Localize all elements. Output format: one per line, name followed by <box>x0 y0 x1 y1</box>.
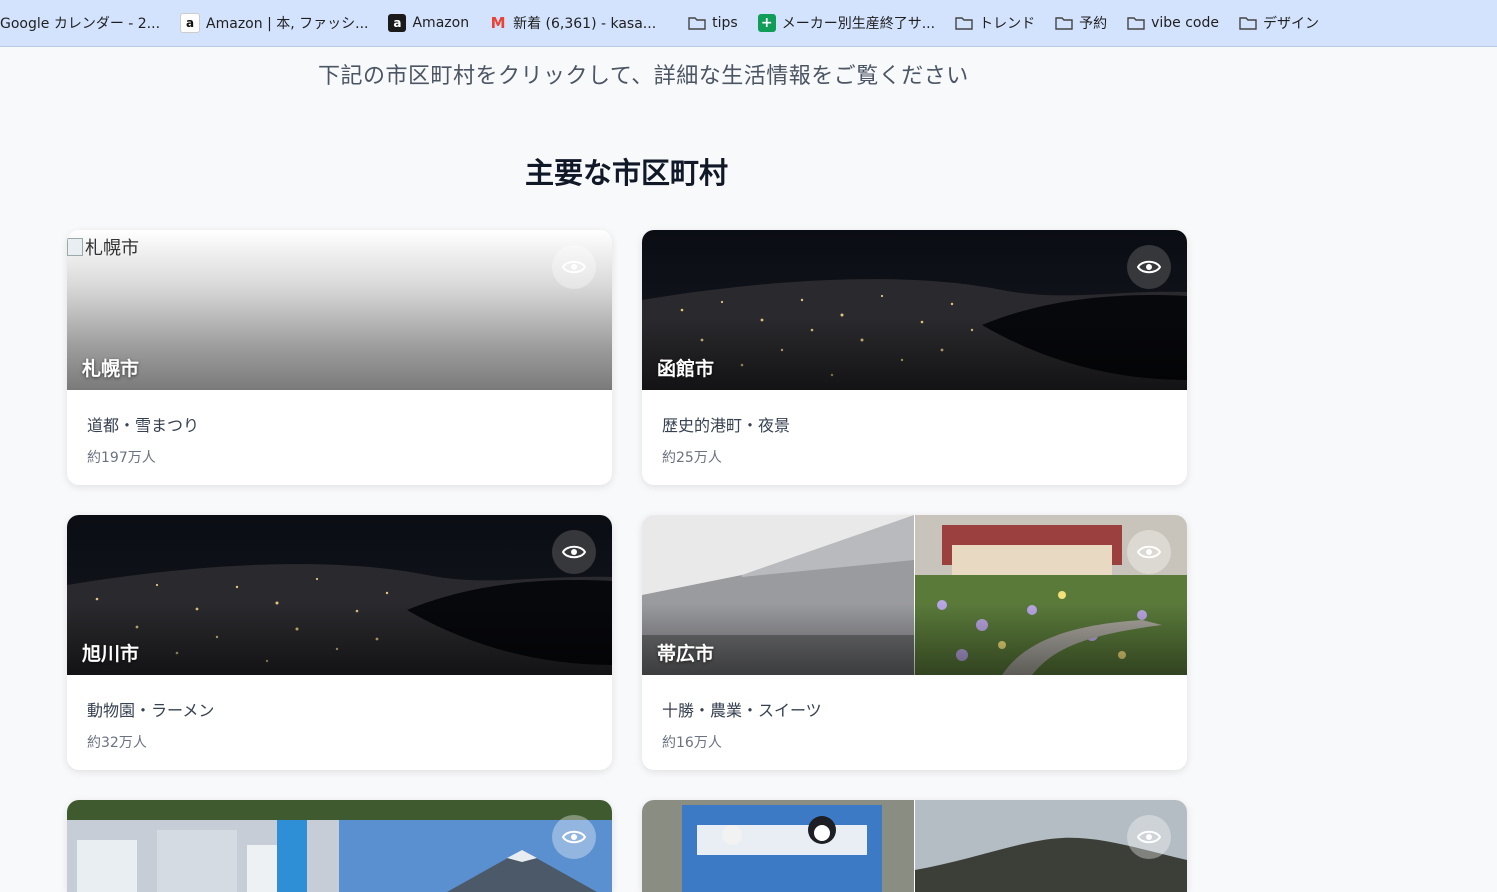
view-button[interactable] <box>1127 245 1171 289</box>
view-button[interactable] <box>1127 530 1171 574</box>
city-image <box>67 800 612 892</box>
folder-icon <box>955 17 973 30</box>
city-description: 十勝・農業・スイーツ <box>662 701 822 720</box>
view-button[interactable] <box>1127 815 1171 859</box>
broken-image-alt: 札幌市 <box>67 234 139 260</box>
image-alt-text: 札幌市 <box>85 238 139 259</box>
city-name: 函館市 <box>657 358 715 380</box>
eye-icon <box>562 830 586 844</box>
bookmark-label: tips <box>712 15 738 31</box>
view-button[interactable] <box>552 530 596 574</box>
bookmark-label: 新着 (6,361) - kasa... <box>513 16 657 32</box>
bookmark-google-calendar[interactable]: Google カレンダー - 2... <box>0 8 170 38</box>
bookmark-label: Amazon <box>412 15 470 31</box>
eye-icon <box>562 545 586 559</box>
zoo-hill-image <box>642 800 1187 892</box>
view-button[interactable] <box>552 245 596 289</box>
amazon-icon: a <box>180 13 201 33</box>
city-card-asahikawa[interactable]: 旭川市 動物園・ラーメン 約32万人 <box>67 515 612 770</box>
city-population: 約25万人 <box>662 450 722 466</box>
section-title: 主要な市区町村 <box>524 156 728 190</box>
bookmarks-bar: Google カレンダー - 2... a Amazon | 本, ファッシ..… <box>0 0 1497 47</box>
city-name: 帯広市 <box>657 643 715 665</box>
bookmark-amazon[interactable]: a Amazon <box>378 8 479 38</box>
city-card-hakodate[interactable]: 函館市 歴史的港町・夜景 約25万人 <box>642 230 1187 485</box>
bookmark-label: デザイン <box>1262 16 1319 32</box>
city-name: 札幌市 <box>82 358 140 380</box>
city-card-obihiro[interactable]: 帯広市 十勝・農業・スイーツ 約16万人 <box>642 515 1187 770</box>
view-button[interactable] <box>552 815 596 859</box>
bookmark-label: Amazon | 本, ファッシ... <box>206 16 369 32</box>
city-image <box>67 515 612 675</box>
bookmark-folder-tips[interactable]: tips <box>666 8 748 38</box>
bookmark-folder-vibe-code[interactable]: vibe code <box>1117 8 1229 38</box>
eye-icon <box>1137 830 1161 844</box>
city-image: 札幌市 <box>67 230 612 390</box>
city-population: 約16万人 <box>662 735 722 751</box>
folder-icon <box>1239 17 1257 30</box>
city-card-sapporo[interactable]: 札幌市 札幌市 道都・雪まつり 約197万人 <box>67 230 612 485</box>
city-description: 動物園・ラーメン <box>87 701 215 720</box>
city-mountain-image <box>67 800 612 892</box>
night-view-image <box>642 230 1187 390</box>
city-image <box>642 515 1187 675</box>
bookmark-label: トレンド <box>979 16 1036 32</box>
bookmark-label: vibe code <box>1151 15 1219 31</box>
eye-icon <box>1137 545 1161 559</box>
bookmark-label: Google カレンダー - 2... <box>0 16 161 32</box>
amazon-dark-icon: a <box>388 14 407 32</box>
city-description: 道都・雪まつり <box>87 416 200 435</box>
eye-icon <box>1137 260 1161 274</box>
building-garden-image <box>642 515 1187 675</box>
folder-icon <box>688 17 706 30</box>
bookmark-sheets[interactable]: + メーカー別生産終了サ... <box>748 8 945 38</box>
city-card-5[interactable] <box>67 800 612 892</box>
bookmark-folder-design[interactable]: デザイン <box>1229 8 1329 38</box>
city-description: 歴史的港町・夜景 <box>662 416 791 435</box>
bookmark-gmail[interactable]: M 新着 (6,361) - kasa... <box>479 8 666 38</box>
city-population: 約32万人 <box>87 735 147 751</box>
bookmark-folder-reservation[interactable]: 予約 <box>1045 8 1117 38</box>
bookmark-folder-trend[interactable]: トレンド <box>945 8 1045 38</box>
bookmark-amazon-jp[interactable]: a Amazon | 本, ファッシ... <box>170 8 378 38</box>
folder-icon <box>1127 17 1145 30</box>
bookmark-label: 予約 <box>1079 16 1108 32</box>
night-view-image <box>67 515 612 675</box>
bookmark-label: メーカー別生産終了サ... <box>781 16 936 32</box>
broken-image-icon <box>67 238 83 256</box>
city-card-6[interactable] <box>642 800 1187 892</box>
sheets-icon: + <box>757 14 776 32</box>
gmail-icon: M <box>490 14 506 32</box>
city-image <box>642 800 1187 892</box>
folder-icon <box>1055 17 1073 30</box>
eye-icon <box>562 260 586 274</box>
page-subtitle: 下記の市区町村をクリックして、詳細な生活情報をご覧ください <box>318 64 969 89</box>
city-population: 約197万人 <box>87 450 156 466</box>
city-image <box>642 230 1187 390</box>
city-name: 旭川市 <box>82 643 140 665</box>
